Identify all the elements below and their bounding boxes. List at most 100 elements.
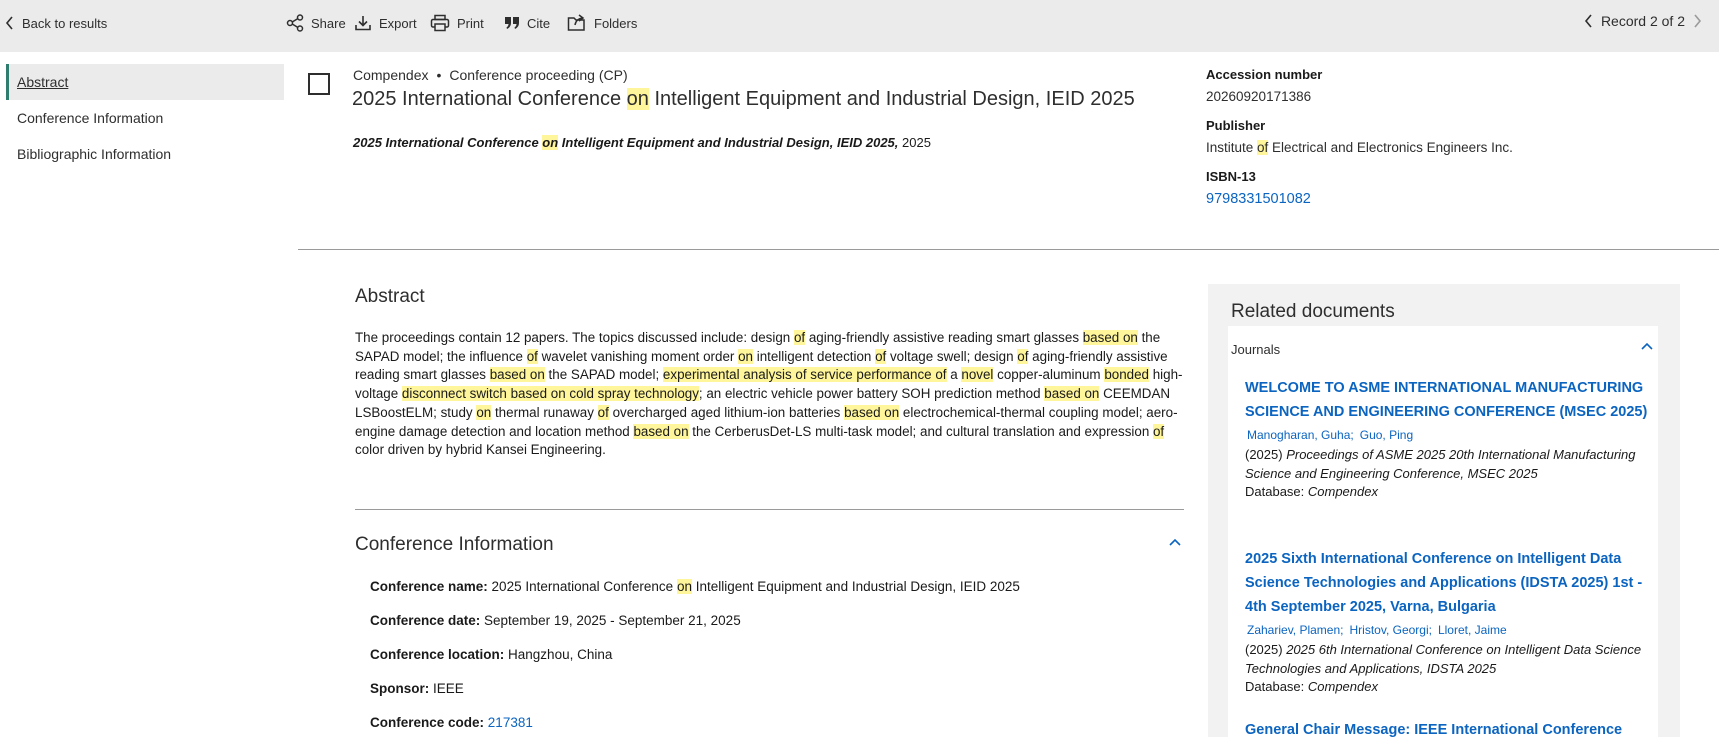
print-button[interactable]: Print [430,13,484,33]
highlighted-term: of [597,404,609,420]
journals-header[interactable]: Journals [1228,326,1658,368]
abstract-text-segment: wavelet vanishing moment order [537,348,739,364]
related-documents-panel: Related documents Journals WELCOME TO AS… [1208,284,1680,737]
accession-number-value: 20260920171386 [1206,89,1312,104]
related-document-title[interactable]: WELCOME TO ASME INTERNATIONAL MANUFACTUR… [1245,376,1650,424]
abstract-text-segment: the SAPAD model; [544,367,663,383]
next-record-icon[interactable] [1692,14,1702,28]
highlighted-term: on [738,348,753,364]
printer-icon [430,14,450,32]
record-position: Record 2 of 2 [1600,13,1685,29]
related-document: General Chair Message: IEEE Internationa… [1245,718,1650,737]
sponsor-row: Sponsor: IEEE [370,681,464,696]
isbn-link[interactable]: 9798331501082 [1206,191,1311,207]
highlighted-term: based on [633,423,689,439]
sidebar-item-bibliographic-information[interactable]: Bibliographic Information [6,136,284,172]
share-icon [286,14,304,32]
author-link[interactable]: Hristov, Georgi; [1350,623,1432,637]
author-link[interactable]: Manogharan, Guha; [1247,428,1354,442]
document-type: Conference proceeding (CP) [449,67,628,83]
abstract-text-segment: the CerberusDet-LS multi-task model; and… [688,423,1153,439]
record-source: 2025 International Conference on Intelli… [353,135,931,150]
sidebar-item-conference-information[interactable]: Conference Information [6,100,284,136]
conference-location-row: Conference location: Hangzhou, China [370,647,613,662]
database-name: Compendex [353,67,429,83]
abstract-text-segment: aging-friendly assistive reading smart g… [805,330,1083,345]
related-document-authors: Manogharan, Guha; Guo, Ping [1247,428,1650,442]
abstract-text: The proceedings contain 12 papers. The t… [355,329,1185,460]
previous-record-icon[interactable] [1584,14,1594,28]
back-to-results-link[interactable]: Back to results [5,13,107,33]
source-title[interactable]: 2025 International Conference on Intelli… [353,135,898,150]
related-document: WELCOME TO ASME INTERNATIONAL MANUFACTUR… [1245,376,1650,502]
highlighted-term: of [1017,348,1029,364]
related-document-title[interactable]: General Chair Message: IEEE Internationa… [1245,718,1650,737]
conference-name-row: Conference name: 2025 International Conf… [370,579,1020,594]
conference-code-row: Conference code: 217381 [370,715,533,730]
abstract-text-segment: overcharged aged lithium-ion batteries [608,404,845,420]
record-title: 2025 International Conference on Intelli… [352,88,1135,110]
download-icon [355,16,371,31]
author-link[interactable]: Zahariev, Plamen; [1247,623,1344,637]
back-to-results-label: Back to results [22,15,108,31]
highlighted-term: bonded [1104,367,1149,383]
collapse-conference-icon[interactable] [1168,538,1182,548]
conference-date-row: Conference date: September 19, 2025 - Se… [370,613,741,628]
abstract-text-segment: The proceedings contain 12 papers. The t… [355,330,794,345]
highlighted-term: on [476,404,492,420]
related-document-title[interactable]: 2025 Sixth International Conference on I… [1245,547,1650,619]
abstract-text-segment: thermal runaway [491,404,598,420]
cite-label: Cite [527,15,551,31]
highlighted-term: experimental analysis of service perform… [662,367,947,383]
highlighted-term: of [875,348,887,364]
record-metadata: Accession number 20260920171386 Publishe… [1206,67,1706,221]
related-document-database: Database: Compendex [1245,679,1378,694]
abstract-text-segment: color driven by hybrid Kansei Engineerin… [355,442,606,458]
highlighted-term: of [1152,423,1165,439]
related-document-source: (2025) Proceedings of ASME 2025 20th Int… [1245,447,1636,481]
highlighted-term: disconnect switch based on cold spray te… [401,386,699,402]
select-record-checkbox[interactable] [308,73,330,95]
share-label: Share [311,15,346,31]
author-link[interactable]: Lloret, Jaime [1438,623,1507,637]
abstract-text-segment: a [946,367,962,383]
highlighted-term: based on [489,367,545,383]
related-documents-heading: Related documents [1231,301,1395,322]
publisher-label: Publisher [1206,118,1266,133]
header-divider [298,249,1719,250]
share-button[interactable]: Share [286,13,346,33]
separator-dot: • [436,67,442,83]
export-label: Export [379,15,417,31]
chevron-left-icon [5,16,13,30]
journals-label: Journals [1231,342,1281,357]
abstract-text-segment: ; an electric vehicle power battery SOH … [698,386,1045,402]
cite-button[interactable]: Cite [504,13,550,33]
abstract-text-segment: voltage swell; design [886,348,1018,364]
related-document: 2025 Sixth International Conference on I… [1245,547,1650,697]
related-journals-card: Journals WELCOME TO ASME INTERNATIONAL M… [1228,326,1658,737]
related-document-database: Database: Compendex [1245,484,1378,499]
publisher-value: Institute of Electrical and Electronics … [1206,140,1513,155]
folder-add-icon [567,14,585,31]
top-toolbar: Back to results Share Export Print Cite … [0,0,1719,52]
quote-icon [505,17,519,29]
sidebar-item-abstract[interactable]: Abstract [6,64,284,100]
folders-button[interactable]: Folders [567,13,637,33]
record-navigation: Record 2 of 2 [1584,13,1702,29]
export-button[interactable]: Export [354,13,417,33]
source-line: Compendex • Conference proceeding (CP) [353,67,628,83]
conference-code-link[interactable]: 217381 [488,715,533,730]
collapse-journals-icon[interactable] [1640,342,1654,352]
conference-information-heading: Conference Information [355,534,554,555]
abstract-heading: Abstract [355,286,425,307]
author-link[interactable]: Guo, Ping [1360,428,1413,442]
related-document-source: (2025) 2025 6th International Conference… [1245,642,1642,676]
highlighted-term: based on [844,404,900,420]
print-label: Print [457,15,484,31]
highlighted-term: based on [1082,330,1138,345]
highlighted-term: of [793,330,806,345]
isbn-label: ISBN-13 [1206,169,1256,184]
related-document-authors: Zahariev, Plamen; Hristov, Georgi; Lloret,… [1247,623,1650,637]
highlighted-term: of [526,348,538,364]
highlighted-term: novel [961,367,994,383]
